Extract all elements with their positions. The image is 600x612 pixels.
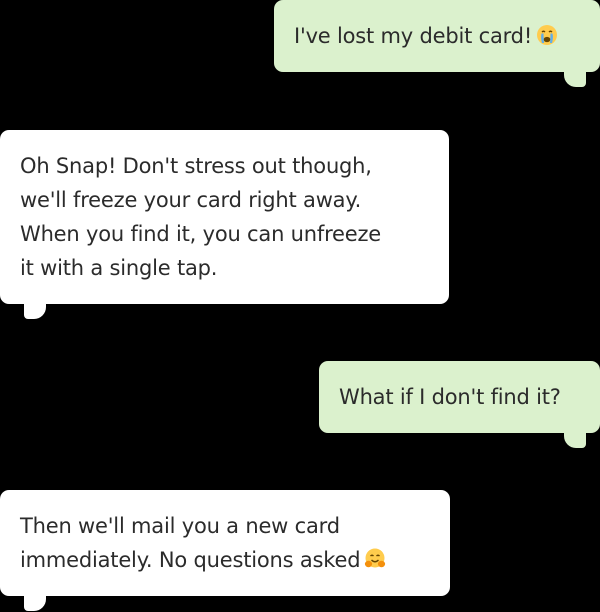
sent-message: What if I don't find it? xyxy=(319,361,600,448)
message-bubble: I've lost my debit card! xyxy=(274,0,600,72)
message-bubble: What if I don't find it? xyxy=(319,361,600,433)
message-text: we'll freeze your card right away. xyxy=(20,188,362,212)
message-text: immediately. No questions asked xyxy=(20,548,361,572)
message-text: it with a single tap. xyxy=(20,256,218,280)
message-bubble: Oh Snap! Don't stress out though, we'll … xyxy=(0,130,449,304)
message-text: Then we'll mail you a new card xyxy=(20,514,340,538)
crying-face-icon xyxy=(536,22,558,45)
received-message: Oh Snap! Don't stress out though, we'll … xyxy=(0,130,449,319)
message-text: Oh Snap! Don't stress out though, xyxy=(20,154,372,178)
hugging-face-icon xyxy=(364,546,386,568)
sent-message: I've lost my debit card! xyxy=(274,0,600,87)
message-text: I've lost my debit card! xyxy=(294,24,533,48)
message-bubble: Then we'll mail you a new card immediate… xyxy=(0,490,450,596)
message-text: What if I don't find it? xyxy=(339,385,561,409)
message-text: When you find it, you can unfreeze xyxy=(20,222,382,246)
received-message: Then we'll mail you a new card immediate… xyxy=(0,490,450,611)
bubble-tail xyxy=(564,71,586,87)
bubble-tail xyxy=(24,595,46,611)
bubble-tail xyxy=(24,303,46,319)
bubble-tail xyxy=(564,432,586,448)
